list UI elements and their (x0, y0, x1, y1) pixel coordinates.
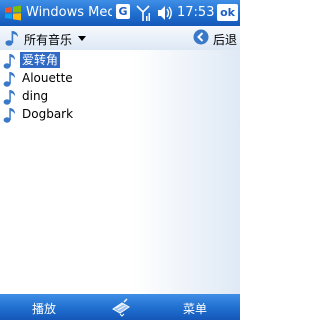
list-item[interactable]: Dogbark (0, 105, 120, 124)
track-title: 爱转角 (20, 52, 61, 68)
track-title: Dogbark (22, 107, 74, 121)
music-note-icon (3, 54, 15, 69)
music-note-icon (3, 72, 15, 87)
library-label: 所有音乐 (24, 33, 73, 47)
back-label: 后退 (213, 33, 238, 47)
chevron-down-icon (78, 36, 86, 41)
back-button[interactable]: 后退 (193, 28, 239, 48)
network-badge: G (116, 4, 130, 19)
music-note-icon (3, 90, 15, 105)
back-arrow-icon (193, 29, 209, 45)
track-title: ding (22, 89, 49, 103)
signal-icon[interactable] (135, 4, 151, 22)
keyboard-icon[interactable] (110, 297, 132, 317)
menu-softkey[interactable]: 菜单 (183, 300, 207, 317)
music-note-icon (5, 31, 18, 46)
list-item[interactable]: 爱转角 (0, 51, 120, 70)
title-bar: Windows Media G 17:53 ok (0, 0, 240, 26)
softkey-bar: 播放 菜单 (0, 294, 240, 320)
app-title: Windows Media (26, 5, 112, 20)
windows-flag-icon[interactable] (4, 4, 22, 22)
track-title: Alouette (22, 71, 73, 85)
ok-button[interactable]: ok (217, 4, 238, 21)
list-item[interactable]: Alouette (0, 69, 120, 88)
music-note-icon (3, 108, 15, 123)
list-item[interactable]: ding (0, 87, 120, 106)
library-header: 所有音乐 后退 (0, 26, 240, 50)
clock[interactable]: 17:53 (177, 5, 214, 20)
speaker-icon[interactable] (156, 5, 174, 21)
play-softkey[interactable]: 播放 (32, 300, 56, 317)
track-list[interactable]: 爱转角 Alouette ding Dogbark (0, 50, 240, 294)
